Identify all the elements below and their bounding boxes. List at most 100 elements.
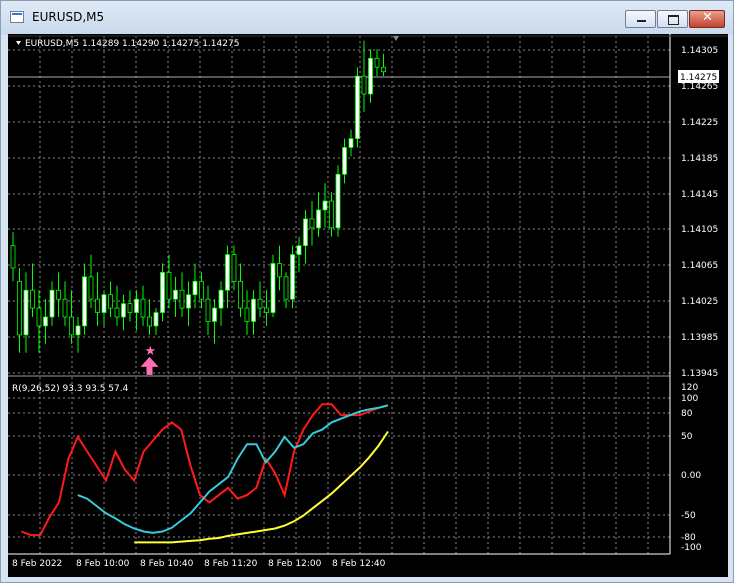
- candle-body: [329, 200, 334, 229]
- indicator-info: R(9,26,52) 93.3 93.5 57.4: [12, 384, 129, 394]
- candle-body: [49, 289, 55, 318]
- candle-body: [23, 289, 29, 336]
- price-tick: 1.14265: [681, 82, 718, 92]
- price-axis: 1.14305 1.14265 1.14225 1.14185 1.14145 …: [681, 46, 718, 379]
- indicator-tick: -80: [681, 533, 696, 543]
- buy-signal: ★: [140, 344, 159, 375]
- candle-body: [374, 57, 380, 68]
- candle-body: [283, 276, 289, 300]
- candle-body: [127, 303, 133, 313]
- candle-body: [309, 218, 315, 229]
- chart-menu-triangle-icon[interactable]: [16, 41, 21, 45]
- minimize-button[interactable]: [625, 10, 656, 28]
- candle-body: [114, 307, 120, 318]
- candle-body: [348, 138, 354, 148]
- close-button[interactable]: [689, 10, 725, 28]
- indicator-axis: 120 100 80 50 0.00 -50 -80 -100: [681, 383, 702, 553]
- signal-star-icon: ★: [145, 344, 157, 359]
- scroll-shift-marker[interactable]: [393, 36, 399, 41]
- indicator-tick: -50: [681, 511, 696, 521]
- price-tick: 1.14065: [681, 261, 718, 271]
- candle-body: [218, 289, 224, 309]
- price-tick: 1.14225: [681, 118, 718, 128]
- candle-body: [231, 254, 237, 282]
- candle-body: [10, 245, 16, 269]
- price-tick: 1.13985: [681, 333, 718, 343]
- candle-body: [290, 254, 295, 300]
- candle-body: [264, 307, 269, 313]
- candle-body: [199, 280, 204, 300]
- window-title: EURUSD,M5: [32, 10, 105, 24]
- indicator-tick: 80: [681, 409, 693, 419]
- time-tick: 8 Feb 11:20: [204, 559, 258, 569]
- indicator-tick: 100: [681, 394, 698, 404]
- candle-body: [121, 303, 126, 318]
- indicator-grid: [8, 377, 670, 554]
- candle-body: [296, 245, 302, 255]
- chart-area[interactable]: ★ EURUSD,M5 1.14289 1.14290 1.14275 1.14…: [8, 34, 728, 577]
- candlesticks: [10, 40, 386, 353]
- candle-body: [186, 294, 191, 309]
- candle-body: [17, 280, 22, 336]
- candle-body: [316, 209, 321, 229]
- maximize-button[interactable]: [657, 10, 688, 28]
- candle-body: [95, 298, 100, 313]
- time-tick: 8 Feb 10:40: [140, 559, 194, 569]
- candle-body: [342, 147, 347, 175]
- buy-arrow-icon: [140, 356, 159, 375]
- indicator-series-line: [134, 430, 389, 544]
- candle-body: [69, 316, 74, 336]
- candle-body: [108, 294, 113, 309]
- indicator-tick: 50: [681, 432, 693, 442]
- indicator-tick: -100: [681, 543, 702, 553]
- indicator-tick: 0.00: [681, 471, 701, 481]
- candle-body: [88, 276, 94, 300]
- candle-body: [160, 272, 165, 313]
- candle-body: [238, 280, 243, 309]
- candle-body: [251, 298, 256, 322]
- candle-body: [322, 200, 328, 211]
- candle-body: [140, 298, 146, 318]
- candle-body: [36, 307, 42, 327]
- candle-body: [56, 289, 61, 300]
- candle-body: [335, 173, 341, 229]
- time-tick: 8 Feb 12:40: [332, 559, 386, 569]
- time-tick: 8 Feb 12:00: [268, 559, 322, 569]
- candle-body: [277, 263, 282, 278]
- candle-body: [381, 66, 386, 73]
- chart-window-icon[interactable]: [10, 11, 24, 23]
- candle-body: [212, 307, 217, 322]
- time-tick: 8 Feb 2022: [12, 559, 62, 569]
- symbol-info: EURUSD,M5 1.14289 1.14290 1.14275 1.1427…: [25, 39, 239, 49]
- candle-body: [166, 272, 172, 300]
- candle-body: [134, 298, 139, 313]
- price-chart[interactable]: ★ EURUSD,M5 1.14289 1.14290 1.14275 1.14…: [8, 34, 728, 577]
- candle-body: [192, 280, 198, 296]
- candle-body: [43, 316, 48, 327]
- candle-body: [244, 307, 250, 322]
- price-tick: 1.14025: [681, 297, 718, 307]
- title-bar[interactable]: EURUSD,M5: [1, 1, 733, 35]
- terminal-window: EURUSD,M5 ★ EURUSD,M5 1.14289 1.14290 1.…: [0, 0, 734, 583]
- indicator-tick: 120: [681, 383, 698, 393]
- candle-body: [368, 57, 373, 95]
- price-tick: 1.14305: [681, 46, 718, 56]
- price-tick: 1.13945: [681, 369, 718, 379]
- candle-body: [205, 298, 211, 322]
- indicator-lines: [21, 403, 389, 544]
- candle-body: [303, 218, 308, 247]
- candle-body: [82, 276, 87, 327]
- price-tick: 1.14185: [681, 154, 718, 164]
- time-tick: 8 Feb 10:00: [76, 559, 130, 569]
- candle-body: [101, 294, 107, 313]
- candle-body: [75, 325, 81, 336]
- candle-body: [173, 289, 178, 300]
- candle-body: [355, 75, 360, 139]
- current-price-label: 1.14275: [680, 73, 717, 83]
- candle-body: [257, 298, 263, 309]
- time-axis: 8 Feb 2022 8 Feb 10:00 8 Feb 10:40 8 Feb…: [12, 559, 386, 569]
- candle-body: [179, 289, 185, 309]
- price-tick: 1.14105: [681, 225, 718, 235]
- candle-body: [153, 312, 159, 327]
- candle-body: [361, 75, 367, 95]
